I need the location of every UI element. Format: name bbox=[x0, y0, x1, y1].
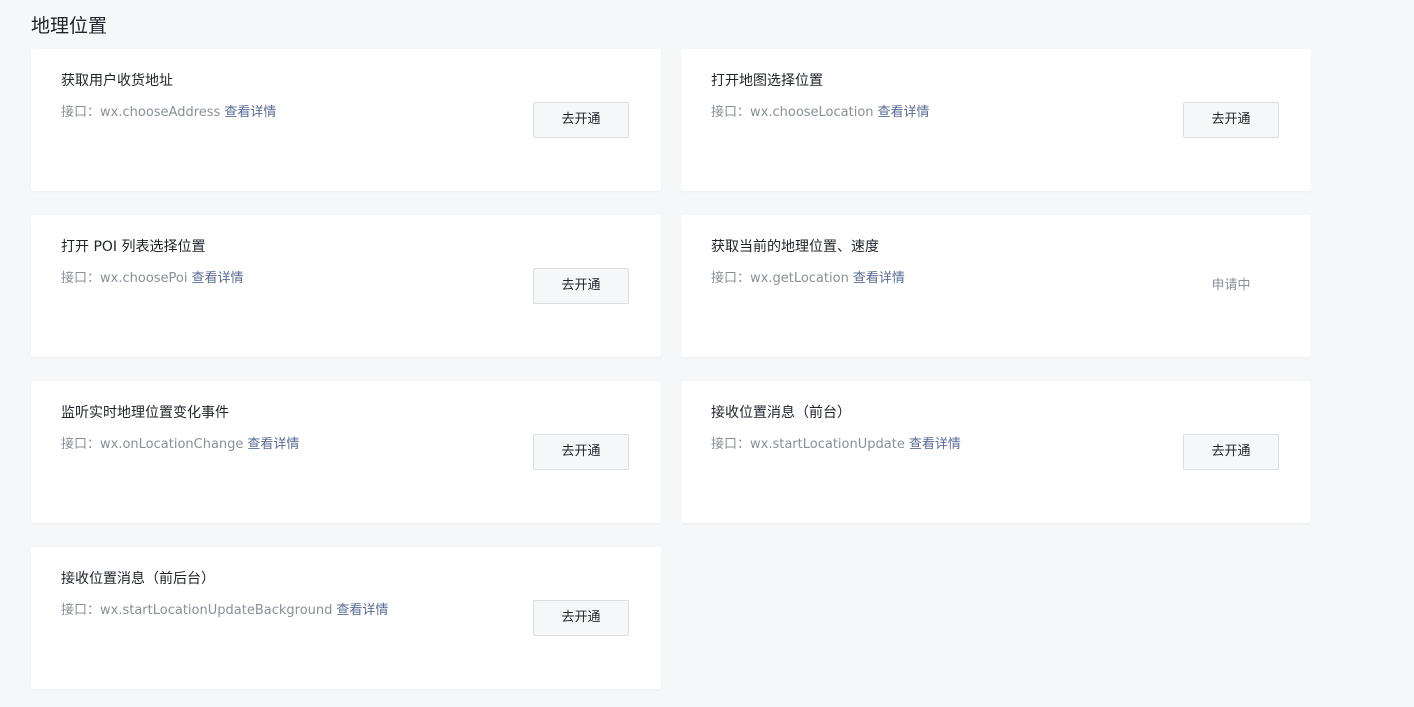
card-title: 获取用户收货地址 bbox=[61, 73, 173, 89]
activate-button[interactable]: 去开通 bbox=[1183, 102, 1279, 138]
card-title: 获取当前的地理位置、速度 bbox=[711, 239, 879, 255]
api-name: wx.chooseAddress bbox=[100, 105, 221, 120]
api-name: wx.startLocationUpdate bbox=[750, 437, 905, 452]
api-name: wx.chooseLocation bbox=[750, 105, 874, 120]
api-card-choose-poi: 打开 POI 列表选择位置 接口：wx.choosePoi 查看详情 去开通 bbox=[31, 215, 661, 357]
card-api-line: 接口：wx.chooseLocation 查看详情 bbox=[711, 104, 930, 122]
api-prefix-label: 接口： bbox=[61, 105, 101, 120]
api-name: wx.choosePoi bbox=[100, 271, 188, 286]
view-details-link[interactable]: 查看详情 bbox=[878, 105, 930, 120]
activate-button[interactable]: 去开通 bbox=[533, 268, 629, 304]
api-prefix-label: 接口： bbox=[61, 271, 101, 286]
card-api-line: 接口：wx.getLocation 查看详情 bbox=[711, 270, 905, 288]
api-card-get-location: 获取当前的地理位置、速度 接口：wx.getLocation 查看详情 申请中 bbox=[681, 215, 1311, 357]
view-details-link[interactable]: 查看详情 bbox=[191, 271, 243, 286]
activate-button[interactable]: 去开通 bbox=[533, 434, 629, 470]
card-title: 打开 POI 列表选择位置 bbox=[61, 239, 206, 255]
pending-status-label: 申请中 bbox=[1211, 278, 1251, 293]
api-card-choose-location: 打开地图选择位置 接口：wx.chooseLocation 查看详情 去开通 bbox=[681, 49, 1311, 191]
api-card-grid: 获取用户收货地址 接口：wx.chooseAddress 查看详情 去开通 打开地… bbox=[31, 49, 1311, 689]
section-title: 地理位置 bbox=[31, 15, 108, 37]
card-title: 接收位置消息（前台） bbox=[711, 405, 851, 421]
card-api-line: 接口：wx.onLocationChange 查看详情 bbox=[61, 436, 299, 454]
api-prefix-label: 接口： bbox=[711, 437, 751, 452]
api-card-start-location-update: 接收位置消息（前台） 接口：wx.startLocationUpdate 查看详情… bbox=[681, 381, 1311, 523]
card-api-line: 接口：wx.startLocationUpdate 查看详情 bbox=[711, 436, 961, 454]
activate-button[interactable]: 去开通 bbox=[1183, 434, 1279, 470]
view-details-link[interactable]: 查看详情 bbox=[909, 437, 961, 452]
api-name: wx.onLocationChange bbox=[100, 437, 244, 452]
api-prefix-label: 接口： bbox=[61, 603, 101, 618]
api-name: wx.getLocation bbox=[750, 271, 849, 286]
view-details-link[interactable]: 查看详情 bbox=[247, 437, 299, 452]
api-card-choose-address: 获取用户收货地址 接口：wx.chooseAddress 查看详情 去开通 bbox=[31, 49, 661, 191]
card-api-line: 接口：wx.startLocationUpdateBackground 查看详情 bbox=[61, 602, 388, 620]
view-details-link[interactable]: 查看详情 bbox=[853, 271, 905, 286]
card-api-line: 接口：wx.choosePoi 查看详情 bbox=[61, 270, 244, 288]
card-title: 打开地图选择位置 bbox=[711, 73, 823, 89]
api-prefix-label: 接口： bbox=[61, 437, 101, 452]
view-details-link[interactable]: 查看详情 bbox=[224, 105, 276, 120]
card-api-line: 接口：wx.chooseAddress 查看详情 bbox=[61, 104, 276, 122]
api-name: wx.startLocationUpdateBackground bbox=[100, 603, 333, 618]
card-title: 监听实时地理位置变化事件 bbox=[61, 405, 229, 421]
api-card-on-location-change: 监听实时地理位置变化事件 接口：wx.onLocationChange 查看详情 … bbox=[31, 381, 661, 523]
view-details-link[interactable]: 查看详情 bbox=[336, 603, 388, 618]
api-card-start-location-update-background: 接收位置消息（前后台） 接口：wx.startLocationUpdateBac… bbox=[31, 547, 661, 689]
api-prefix-label: 接口： bbox=[711, 105, 751, 120]
api-prefix-label: 接口： bbox=[711, 271, 751, 286]
card-title: 接收位置消息（前后台） bbox=[61, 571, 215, 587]
activate-button[interactable]: 去开通 bbox=[533, 600, 629, 636]
activate-button[interactable]: 去开通 bbox=[533, 102, 629, 138]
